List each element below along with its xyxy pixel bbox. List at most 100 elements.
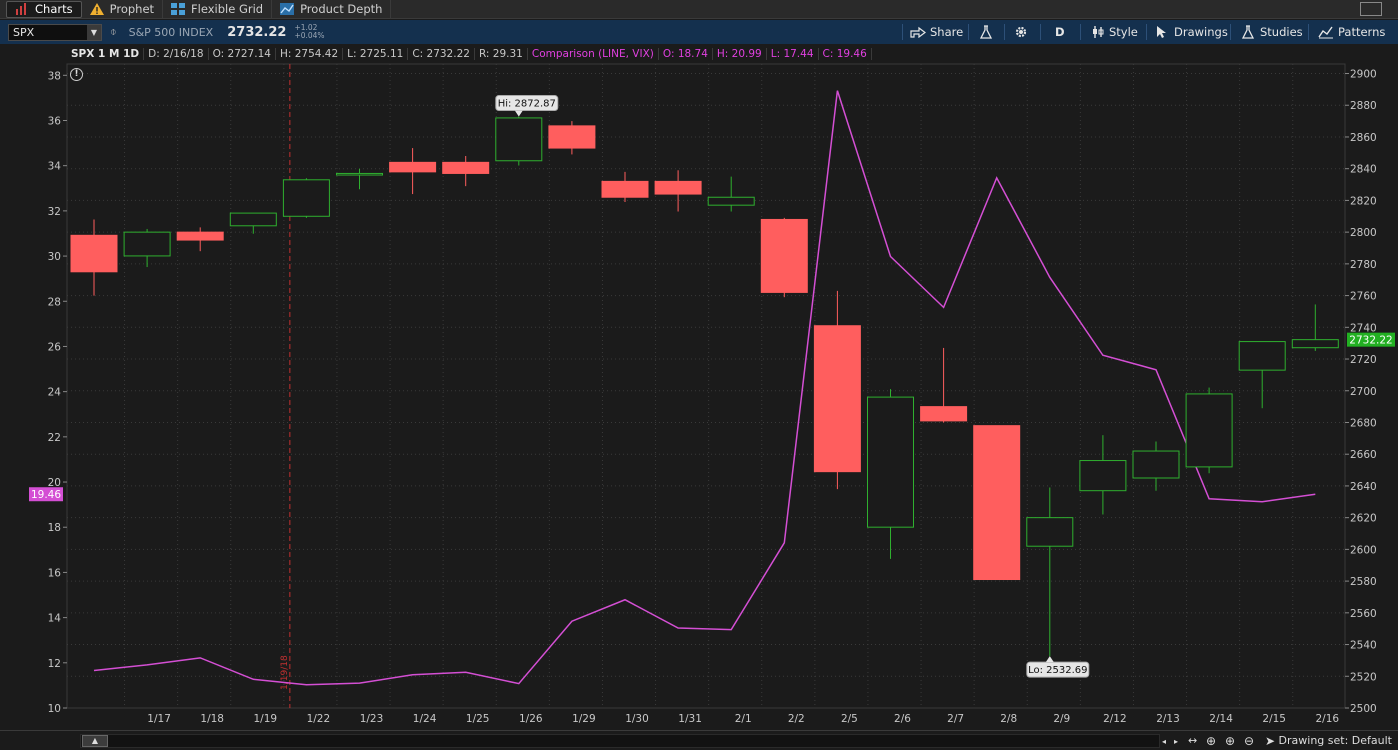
x-tick-label: 2/8: [1000, 713, 1017, 725]
zoom-in-icon[interactable]: ⊕: [1225, 734, 1235, 748]
x-tick-label: 2/14: [1209, 713, 1233, 725]
candle-body[interactable]: [495, 117, 543, 162]
toolbar-divider: [902, 24, 903, 40]
toolbar-divider: [968, 24, 969, 40]
right-axis-label: 2800: [1350, 227, 1377, 239]
candle-body[interactable]: [813, 325, 861, 473]
candle-body[interactable]: [548, 125, 596, 149]
x-tick-label: 2/12: [1103, 713, 1127, 725]
aggregation-button[interactable]: D: [1055, 20, 1065, 44]
tab-bar: Charts Prophet Flexible Grid Product Dep…: [0, 0, 1398, 19]
last-price-text: 2732.22: [1349, 335, 1392, 347]
right-axis-label: 2740: [1350, 322, 1377, 334]
tab-flexible-grid[interactable]: Flexible Grid: [163, 0, 273, 19]
alert-icon[interactable]: !: [70, 68, 83, 81]
x-tick-label: 1/31: [678, 713, 702, 725]
cmp-close: C: 19.46: [819, 48, 872, 60]
plot-area[interactable]: [66, 63, 1346, 709]
candle-body[interactable]: [760, 218, 808, 293]
candle-body[interactable]: [1291, 339, 1339, 349]
window-restore-button[interactable]: [1360, 2, 1382, 16]
patterns-icon: [1318, 26, 1333, 39]
studies-button[interactable]: Studies: [1241, 20, 1303, 44]
candle-body[interactable]: [973, 425, 1021, 581]
pointer-icon[interactable]: ➤: [1265, 734, 1275, 748]
candle-body[interactable]: [654, 180, 702, 195]
chart-area[interactable]: 1/17 1/18 1/19 1/22 1/23 1/24 1/25 1/26 1/29 1/30…: [0, 44, 1398, 730]
tab-label: Charts: [35, 2, 73, 16]
right-axis-label: 2860: [1350, 132, 1377, 144]
candle-body[interactable]: [389, 161, 437, 173]
candle-body[interactable]: [1079, 460, 1127, 492]
studies-label: Studies: [1260, 25, 1303, 39]
symbol-change: +1.02 +0.04%: [294, 24, 324, 40]
right-axis-label: 2560: [1350, 608, 1377, 620]
bottom-bar: ▲ ◂ ▸ ↔ ⊕ ⊕ ⊖ ➤ Drawing set: Default: [0, 730, 1398, 750]
gear-icon: [1015, 26, 1027, 38]
flask-button[interactable]: [979, 20, 993, 44]
candle-body[interactable]: [176, 231, 224, 241]
right-axis-label: 2620: [1350, 513, 1377, 525]
drawings-button[interactable]: Drawings: [1156, 20, 1228, 44]
style-label: Style: [1109, 25, 1138, 39]
zoom-out-icon[interactable]: ⊖: [1244, 734, 1254, 748]
collapse-button[interactable]: ▲: [82, 735, 108, 747]
symbol-description: S&P 500 INDEX: [128, 25, 214, 39]
chart-scrollbar[interactable]: [80, 734, 1160, 748]
share-button[interactable]: Share: [910, 20, 963, 44]
x-tick-label: 1/23: [360, 713, 384, 725]
candle-body[interactable]: [282, 179, 330, 217]
toolbar-divider: [1040, 24, 1041, 40]
crosshair-icon[interactable]: ⊕: [1206, 734, 1216, 748]
price-chart[interactable]: 1/17 1/18 1/19 1/22 1/23 1/24 1/25 1/26 1/29 1/30…: [0, 44, 1398, 730]
link-icon[interactable]: ⌽: [110, 25, 117, 39]
toolbar-divider: [1004, 24, 1005, 40]
right-axis-label: 2900: [1350, 69, 1377, 81]
share-label: Share: [930, 25, 964, 39]
candle-body[interactable]: [70, 234, 118, 273]
x-tick-label: 2/1: [735, 713, 752, 725]
toolbar-divider: [1308, 24, 1309, 40]
x-tick-label: 2/13: [1156, 713, 1180, 725]
candle-body[interactable]: [123, 231, 171, 257]
candle-body[interactable]: [1238, 341, 1286, 371]
candle-body[interactable]: [442, 161, 490, 174]
toolbar-divider: [1230, 24, 1231, 40]
left-axis-label: 12: [48, 658, 61, 670]
tab-product-depth[interactable]: Product Depth: [272, 0, 392, 19]
tab-charts[interactable]: Charts: [6, 0, 82, 18]
flask-icon: [979, 25, 993, 39]
chart-info-bar: SPX 1 M 1D D: 2/16/18 O: 2727.14 H: 2754…: [67, 45, 872, 63]
tab-prophet[interactable]: Prophet: [82, 0, 164, 19]
patterns-label: Patterns: [1338, 25, 1386, 39]
drawing-set-label[interactable]: Drawing set: Default: [1279, 734, 1392, 747]
expand-icon[interactable]: ↔: [1188, 734, 1197, 747]
aggregation-label: D: [1055, 25, 1065, 39]
comparison-label[interactable]: Comparison (LINE, VIX): [528, 48, 659, 60]
chart-toolbar: SPX ▼ ⌽ S&P 500 INDEX 2732.22 +1.02 +0.0…: [0, 20, 1398, 44]
candle-body[interactable]: [229, 212, 277, 227]
patterns-button[interactable]: Patterns: [1318, 20, 1385, 44]
candle-body[interactable]: [336, 172, 383, 176]
style-button[interactable]: Style: [1091, 20, 1138, 44]
settings-button[interactable]: [1014, 20, 1028, 44]
candle-body[interactable]: [1132, 450, 1180, 479]
x-tick-label: 1/19: [254, 713, 278, 725]
candle-body[interactable]: [707, 196, 755, 206]
candle-body[interactable]: [601, 180, 649, 198]
left-axis-label: 32: [48, 206, 61, 218]
right-axis-label: 2700: [1350, 386, 1377, 398]
candle-body[interactable]: [1026, 517, 1074, 547]
left-axis-label: 22: [48, 432, 61, 444]
scroll-left-icon[interactable]: ◂: [1162, 737, 1166, 746]
symbol-input[interactable]: SPX ▼: [8, 23, 102, 41]
candle-body[interactable]: [867, 396, 914, 528]
right-axis-label: 2720: [1350, 354, 1377, 366]
chevron-down-icon[interactable]: ▼: [87, 24, 101, 40]
left-axis-label: 28: [48, 296, 61, 308]
left-axis-label: 30: [48, 251, 61, 263]
scroll-right-icon[interactable]: ▸: [1174, 737, 1178, 746]
left-axis-label: 36: [48, 115, 62, 127]
candle-body[interactable]: [1185, 393, 1233, 468]
candle-body[interactable]: [920, 406, 968, 422]
